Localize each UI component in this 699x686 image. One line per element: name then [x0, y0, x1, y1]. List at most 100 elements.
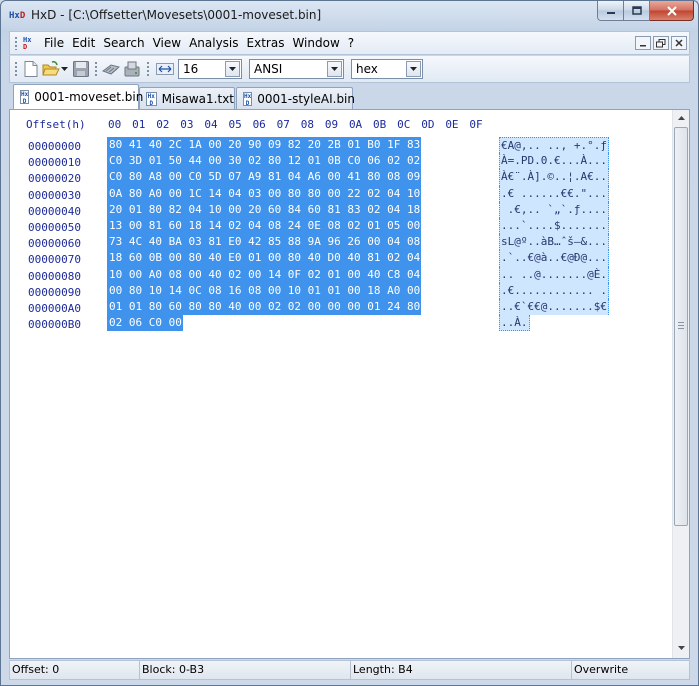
ascii-row[interactable]: À=.PD.0.€...À... — [499, 153, 609, 170]
selected-ascii-text[interactable]: ..À. — [499, 315, 530, 332]
hex-row[interactable]: C0 3D 01 50 44 00 30 02 80 12 01 0B C0 0… — [107, 153, 422, 170]
hex-row[interactable]: 73 4C 40 BA 03 81 E0 42 85 88 9A 96 26 0… — [107, 234, 422, 251]
selected-ascii-text[interactable]: ..€`€€@.......$€ — [499, 298, 609, 316]
offset-base-dropdown-arrow[interactable] — [406, 61, 421, 77]
menu-view[interactable]: View — [149, 36, 185, 51]
hxd-window: HxD HxD - [C:\Offsetter\Movesets\0001-mo… — [0, 0, 699, 686]
selected-ascii-text[interactable]: À€¨.À].©..¦.A€.. — [499, 169, 609, 186]
selected-ascii-text[interactable]: À=.PD.0.€...À... — [499, 153, 609, 170]
ascii-row[interactable]: À€¨.À].©..¦.A€.. — [499, 169, 609, 186]
hex-row[interactable]: 13 00 81 60 18 14 02 04 08 24 0E 08 02 0… — [107, 217, 422, 235]
scroll-down-button[interactable] — [673, 640, 689, 657]
selected-ascii-text[interactable]: .€............ . — [499, 282, 609, 299]
ascii-row[interactable]: ...`....$....... — [499, 217, 609, 235]
selected-ascii-text[interactable]: ...`....$....... — [499, 217, 609, 235]
selected-hex-bytes[interactable]: 0A 80 A0 00 1C 14 04 03 00 80 80 00 22 0… — [107, 185, 422, 202]
open-ram-button[interactable] — [102, 60, 120, 78]
hex-row[interactable]: 0A 80 A0 00 1C 14 04 03 00 80 80 00 22 0… — [107, 185, 422, 202]
menu-analysis[interactable]: Analysis — [185, 36, 242, 51]
scroll-up-button[interactable] — [673, 110, 689, 127]
status-mode[interactable]: Overwrite — [572, 661, 690, 680]
ascii-row[interactable]: .. ..@.......@È. — [499, 266, 609, 283]
status-block: Block: 0-B3 — [140, 661, 351, 680]
toolbar-grip[interactable] — [14, 61, 19, 77]
menu-file[interactable]: File — [40, 36, 68, 51]
menu-edit[interactable]: Edit — [68, 36, 99, 51]
menu-extras[interactable]: Extras — [243, 36, 289, 51]
width-arrows-icon — [156, 63, 174, 75]
open-disk-button[interactable] — [123, 60, 141, 78]
selected-hex-bytes[interactable]: 01 01 80 60 80 80 40 00 02 02 00 00 00 0… — [107, 298, 422, 316]
maximize-button[interactable] — [624, 1, 650, 21]
ascii-row[interactable]: .`..€@à..€@Ð@... — [499, 250, 609, 267]
caption-buttons — [597, 1, 694, 21]
menu-help[interactable]: ? — [344, 36, 358, 51]
selected-hex-bytes[interactable]: 10 00 A0 08 00 40 02 00 14 0F 02 01 00 4… — [107, 266, 422, 283]
open-dropdown-arrow[interactable] — [59, 60, 69, 78]
minimize-button[interactable] — [597, 1, 624, 21]
hex-row[interactable]: 10 00 A0 08 00 40 02 00 14 0F 02 01 00 4… — [107, 266, 422, 283]
charset-select[interactable]: ANSI — [249, 59, 344, 79]
ascii-row[interactable]: sL@º..àB…ˆš–&... — [499, 234, 609, 251]
offset-base-select[interactable]: hex — [351, 59, 423, 79]
tab-misawa1-txt[interactable]: Hx D Misawa1.txt — [139, 87, 235, 109]
bytes-per-row-dropdown-arrow[interactable] — [225, 61, 240, 77]
hex-data-area[interactable]: 80 41 40 2C 1A 00 20 90 09 82 20 2B 01 B… — [107, 137, 422, 332]
ascii-row[interactable]: .€............ . — [499, 282, 609, 299]
column-header-05: 05 — [228, 118, 242, 131]
hex-row[interactable]: 18 60 0B 00 80 40 E0 01 00 80 40 D0 40 8… — [107, 250, 422, 267]
tab-0001-moveset-bin[interactable]: Hx D 0001-moveset.bin — [13, 84, 143, 109]
selected-hex-bytes[interactable]: 18 60 0B 00 80 40 E0 01 00 80 40 D0 40 8… — [107, 250, 422, 267]
ascii-data-area[interactable]: €A@,.. ..‚ +.°.ƒ À=.PD.0.€...À... À€¨.À].©… — [499, 137, 609, 332]
selected-ascii-text[interactable]: .. ..@.......@È. — [499, 266, 609, 283]
menu-window[interactable]: Window — [288, 36, 343, 51]
hex-row[interactable]: 02 06 C0 00 — [107, 315, 421, 332]
ascii-row[interactable]: €A@,.. ..‚ +.°.ƒ — [499, 137, 609, 154]
selected-ascii-text[interactable]: .`..€@à..€@Ð@... — [499, 250, 609, 267]
menu-grip[interactable] — [14, 36, 19, 50]
selected-hex-bytes[interactable]: 02 06 C0 00 — [107, 315, 183, 332]
tab-0001-styleai-bin[interactable]: Hx D 0001-styleAI.bin — [236, 87, 355, 109]
selected-ascii-text[interactable]: sL@º..àB…ˆš–&... — [499, 234, 609, 251]
ascii-row[interactable]: ..À. — [499, 315, 609, 332]
hxd-app-icon[interactable]: HxD — [9, 9, 27, 23]
column-header-0e: 0E — [445, 118, 459, 131]
selected-hex-bytes[interactable]: C0 3D 01 50 44 00 30 02 80 12 01 0B C0 0… — [107, 153, 422, 170]
selected-hex-bytes[interactable]: 00 80 10 14 0C 08 16 08 00 10 01 01 00 1… — [107, 282, 422, 299]
hex-row[interactable]: 00 80 10 14 0C 08 16 08 00 10 01 01 00 1… — [107, 282, 422, 299]
bytes-per-row-select[interactable]: 16 — [178, 59, 242, 79]
toolbar: 16 ANSI hex — [9, 56, 690, 83]
selected-hex-bytes[interactable]: C0 80 A8 00 C0 5D 07 A9 81 04 A6 00 41 8… — [107, 169, 422, 186]
hex-editor[interactable]: Offset(h) 00 01 02 03 04 05 06 07 08 09 0A 0B 0C 0D 0E… — [9, 109, 690, 659]
chevron-up-icon — [677, 116, 685, 120]
selected-ascii-text[interactable]: €A@,.. ..‚ +.°.ƒ — [499, 137, 609, 154]
vertical-scrollbar[interactable] — [672, 110, 689, 658]
mdi-close-button[interactable] — [671, 36, 687, 50]
selected-hex-bytes[interactable]: 73 4C 40 BA 03 81 E0 42 85 88 9A 96 26 0… — [107, 234, 422, 251]
hex-row[interactable]: 01 01 80 60 80 80 40 00 02 02 00 00 00 0… — [107, 298, 422, 316]
scrollbar-thumb[interactable] — [674, 127, 688, 526]
charset-dropdown-arrow[interactable] — [327, 61, 342, 77]
selected-ascii-text[interactable]: .€‚.. `„`.ƒ.... — [499, 201, 609, 218]
save-button[interactable] — [72, 60, 90, 78]
ascii-row[interactable]: ..€`€€@.......$€ — [499, 298, 609, 316]
save-disk-icon — [73, 61, 89, 77]
selected-hex-bytes[interactable]: 20 01 80 82 04 10 00 20 60 84 60 81 83 0… — [107, 201, 422, 218]
hex-row[interactable]: 20 01 80 82 04 10 00 20 60 84 60 81 83 0… — [107, 201, 422, 218]
mdi-minimize-button[interactable] — [635, 36, 651, 50]
hex-row[interactable]: C0 80 A8 00 C0 5D 07 A9 81 04 A6 00 41 8… — [107, 169, 422, 186]
ascii-row[interactable]: .€ ......€€."... — [499, 185, 609, 202]
menu-search[interactable]: Search — [99, 36, 148, 51]
mdi-restore-button[interactable] — [653, 36, 669, 50]
hex-row[interactable]: 80 41 40 2C 1A 00 20 90 09 82 20 2B 01 B… — [107, 137, 422, 154]
selected-ascii-text[interactable]: .€ ......€€."... — [499, 185, 609, 202]
selected-hex-bytes[interactable]: 80 41 40 2C 1A 00 20 90 09 82 20 2B 01 B… — [107, 137, 422, 154]
title-bar[interactable]: HxD HxD - [C:\Offsetter\Movesets\0001-mo… — [1, 1, 698, 30]
ascii-row[interactable]: .€‚.. `„`.ƒ.... — [499, 201, 609, 218]
new-file-button[interactable] — [22, 60, 40, 78]
column-header-04: 04 — [204, 118, 218, 131]
close-button[interactable] — [650, 1, 694, 21]
selected-hex-bytes[interactable]: 13 00 81 60 18 14 02 04 08 24 0E 08 02 0… — [107, 217, 422, 235]
open-file-button[interactable] — [42, 60, 60, 78]
document-system-menu-icon[interactable]: Hx D — [23, 37, 39, 51]
